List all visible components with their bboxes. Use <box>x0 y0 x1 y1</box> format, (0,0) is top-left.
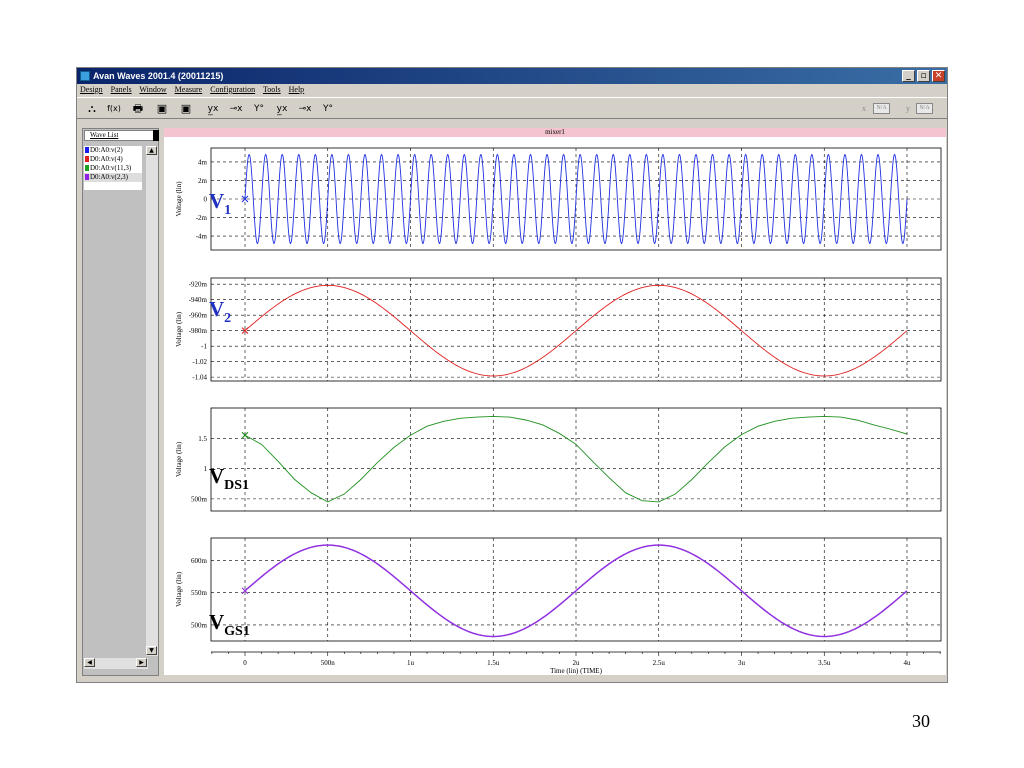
slide-label-vgs1: VGS1 <box>209 610 250 639</box>
plot-frame <box>210 407 942 512</box>
y-axis-label: Voltage (lin) <box>175 441 183 477</box>
x-tick-label: 1u <box>407 659 415 667</box>
y-tick-label: -1.02 <box>192 358 207 366</box>
x-axis-label: Time (lin) (TIME) <box>550 667 603 675</box>
plot-frame <box>210 537 942 642</box>
page-number: 30 <box>912 711 930 731</box>
y-tick-label: 500m <box>191 495 208 503</box>
y-tick-label: -920m <box>189 281 208 289</box>
plot-frame <box>210 277 942 382</box>
x-tick-label: 0 <box>243 659 247 667</box>
slide-label-vds1: VDS1 <box>209 464 250 493</box>
slide-label-v2: V2 <box>209 297 232 326</box>
slide-label-v1: V1 <box>209 189 232 218</box>
y-tick-label: -960m <box>189 312 208 320</box>
x-tick-label: 2.5u <box>653 659 666 667</box>
waveform-plots[interactable]: 4m 2m 0 -2m -4m Voltage (lin) -920m -940m -960m -… <box>0 0 1024 768</box>
x-tick-label: 3u <box>738 659 746 667</box>
x-tick-label: 500n <box>321 659 336 667</box>
y-axis-label: Voltage (lin) <box>175 311 183 347</box>
y-axis-label: Voltage (lin) <box>175 571 183 607</box>
y-tick-label: 2m <box>198 177 208 185</box>
y-tick-label: 4m <box>198 158 208 166</box>
y-axis-label: Voltage (lin) <box>175 181 183 217</box>
y-tick-label: -4m <box>196 233 208 241</box>
y-tick-label: -940m <box>189 296 208 304</box>
x-tick-label: 4u <box>904 659 912 667</box>
x-tick-label: 2u <box>573 659 581 667</box>
y-tick-label: -2m <box>196 214 208 222</box>
y-tick-label: -1 <box>201 343 207 351</box>
y-tick-label: 600m <box>191 557 208 565</box>
y-tick-label: 1.5 <box>198 435 207 443</box>
y-tick-label: -1.04 <box>192 374 207 382</box>
x-tick-label: 3.5u <box>818 659 831 667</box>
y-tick-label: 1 <box>204 465 208 473</box>
y-tick-label: 550m <box>191 589 208 597</box>
y-tick-label: 500m <box>191 621 208 629</box>
y-tick-label: 0 <box>204 196 208 204</box>
x-tick-label: 1.5u <box>487 659 500 667</box>
y-tick-label: -980m <box>189 327 208 335</box>
